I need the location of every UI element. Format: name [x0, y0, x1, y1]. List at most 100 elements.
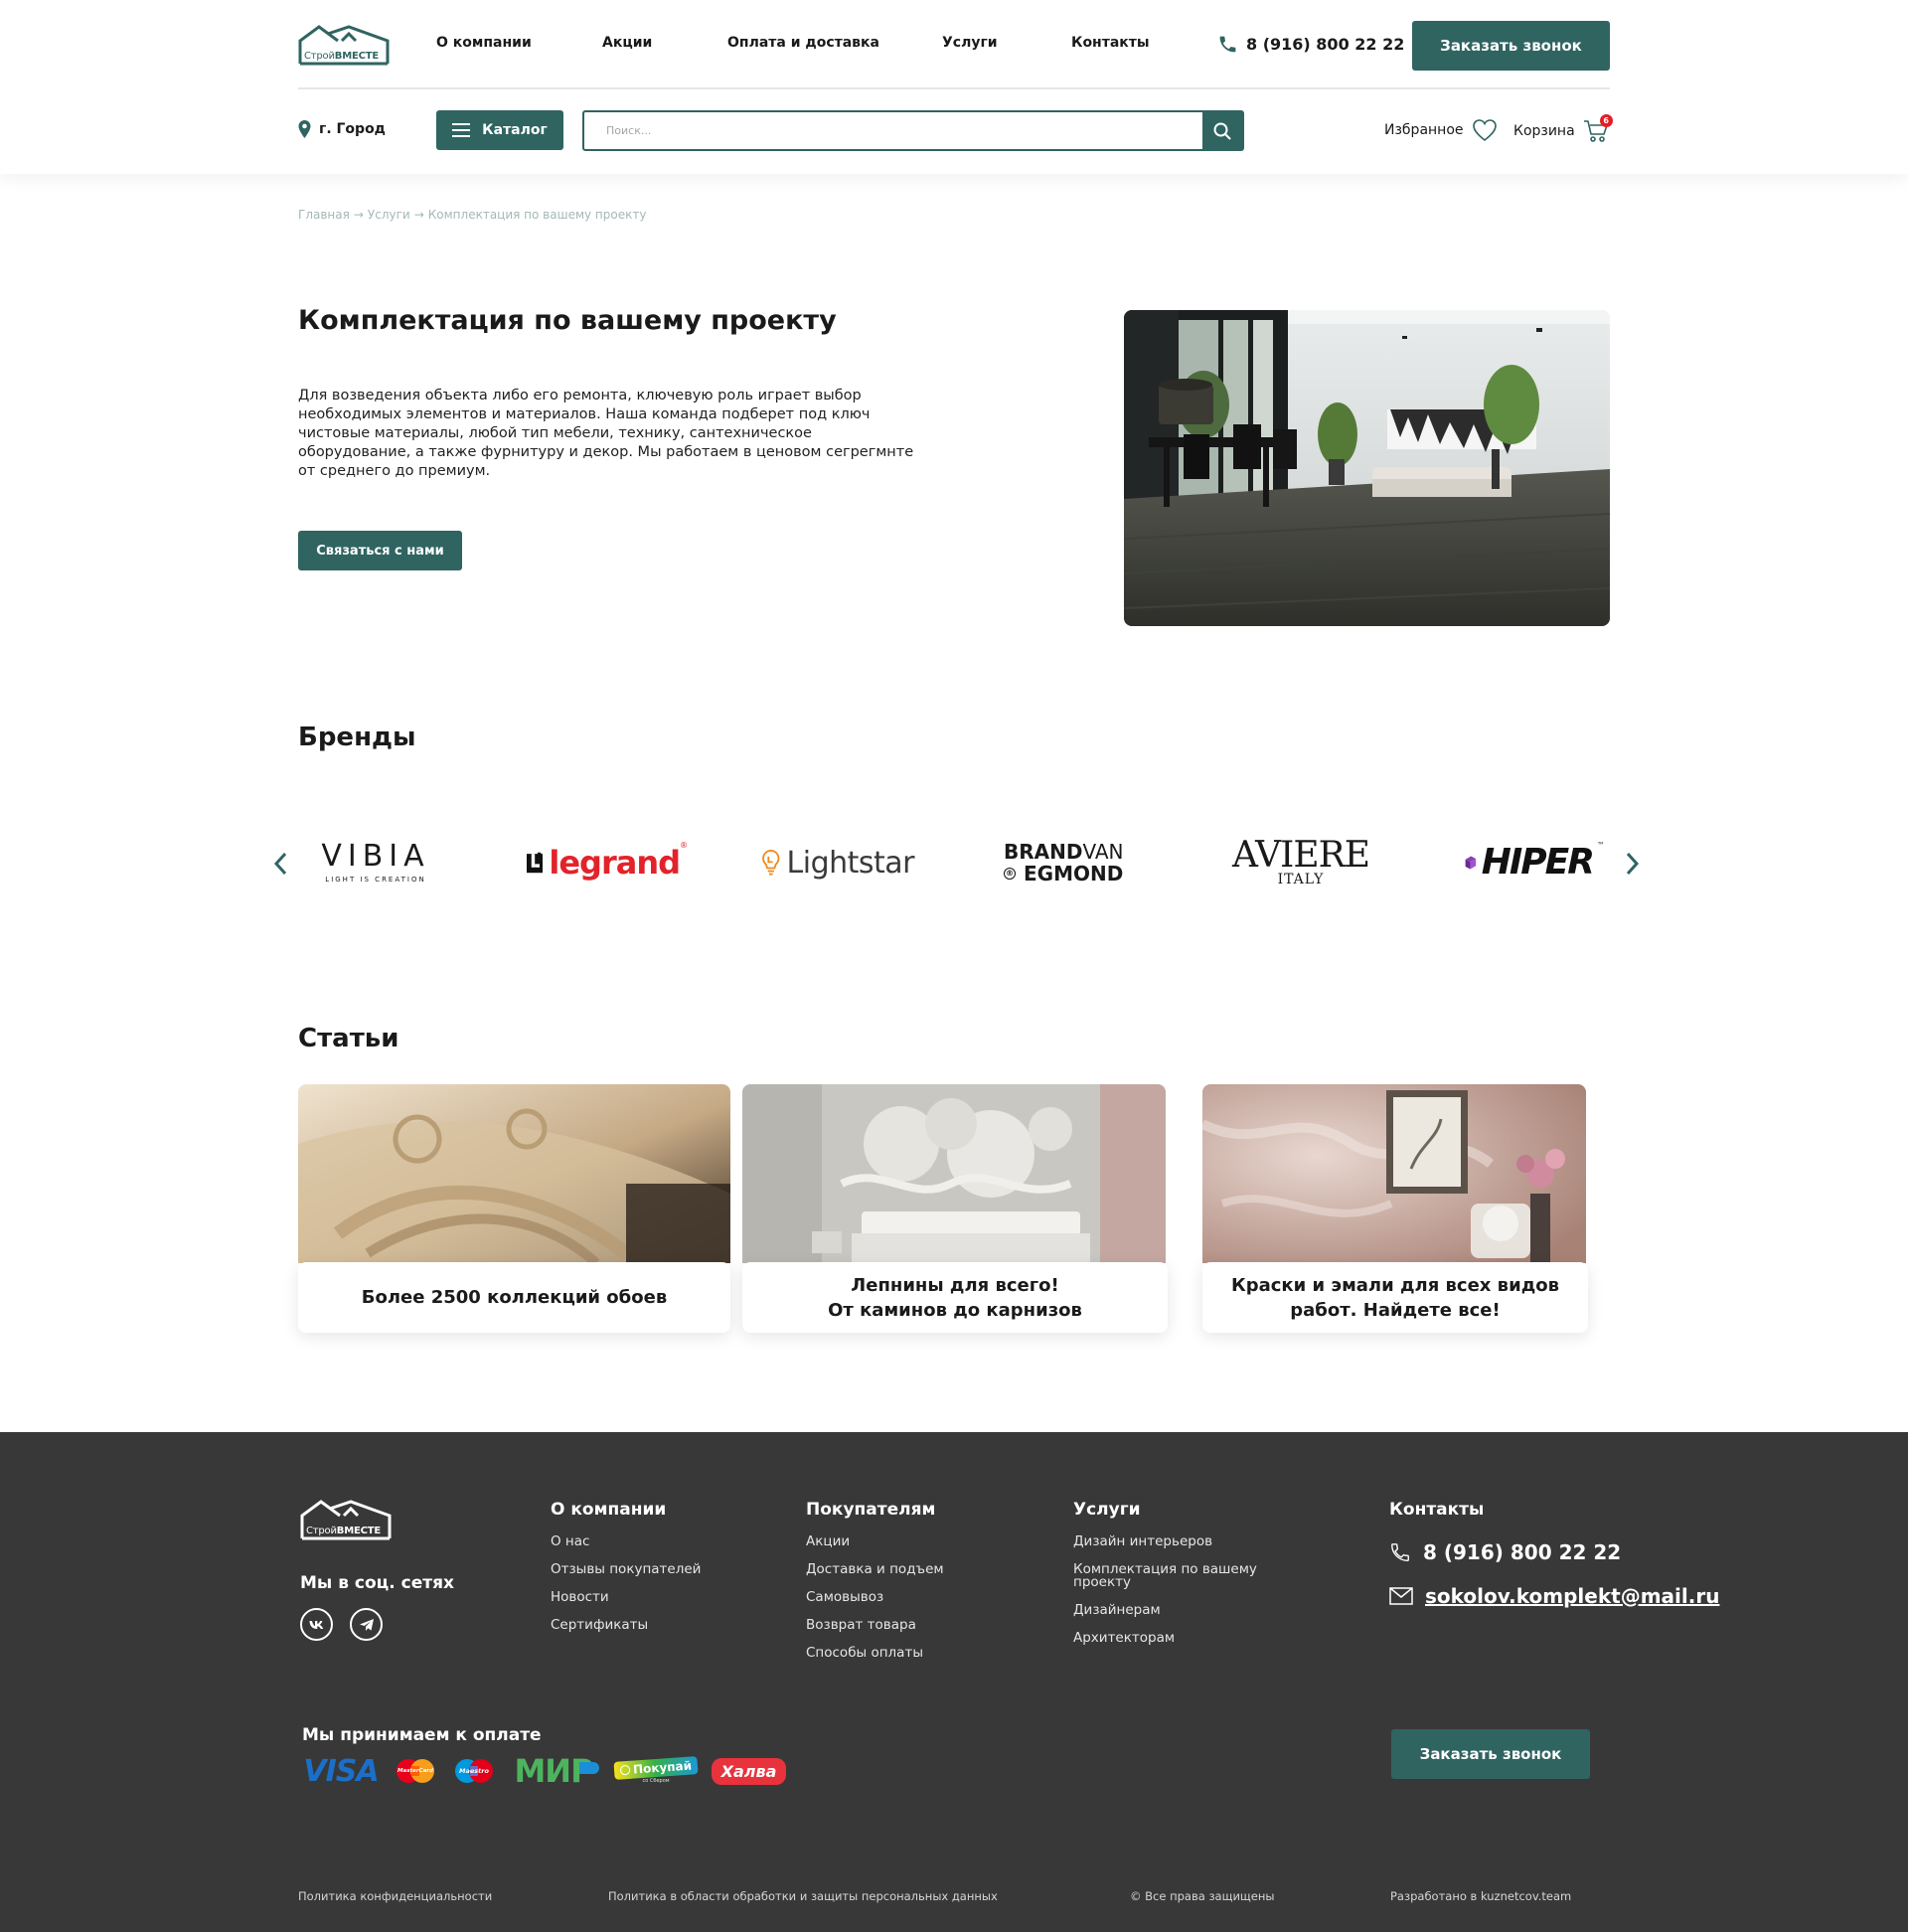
brand-legrand[interactable]: legrand ® — [527, 835, 688, 890]
brand-lightstar-name: Lightstar — [786, 845, 915, 881]
footer-link-about-us[interactable]: О нас — [551, 1534, 589, 1548]
article-paints-caption: Краски и эмали для всех видов работ. Най… — [1202, 1262, 1588, 1333]
payment-mastercard-label: MasterCard — [398, 1768, 433, 1774]
payment-mastercard: MasterCard — [394, 1756, 437, 1786]
legrand-logo-icon — [527, 852, 544, 874]
footer-telegram-link[interactable] — [350, 1608, 383, 1641]
nav-promotions[interactable]: Акции — [602, 35, 652, 51]
logo-text: СтройВМЕСТЕ — [304, 51, 379, 62]
header-phone[interactable]: 8 (916) 800 22 22 — [1217, 34, 1404, 55]
brand-hiper-mark: ™ — [1597, 841, 1605, 850]
personal-data-policy-link[interactable]: Политика в области обработки и защиты пе… — [608, 1889, 998, 1903]
payment-pokupay-badge: Покупай — [613, 1755, 699, 1780]
catalog-button[interactable]: Каталог — [436, 110, 563, 150]
privacy-policy-link[interactable]: Политика конфиденциальности — [298, 1889, 492, 1903]
payment-visa-label: VISA — [303, 1753, 379, 1789]
site-logo[interactable]: СтройВМЕСТЕ — [298, 24, 390, 66]
lightbulb-icon — [762, 849, 780, 876]
telegram-icon — [359, 1618, 374, 1631]
nav-contacts[interactable]: Контакты — [1071, 35, 1150, 51]
chevron-right-icon — [1626, 852, 1640, 876]
footer-logo-text: СтройВМЕСТЕ — [306, 1526, 381, 1536]
footer-phone[interactable]: 8 (916) 800 22 22 — [1389, 1540, 1621, 1564]
footer-link-architects[interactable]: Архитекторам — [1073, 1631, 1175, 1645]
favorites-label: Избранное — [1384, 122, 1464, 138]
brand-brandvanegmond[interactable]: BRANDVAN ® EGMOND — [1004, 835, 1135, 890]
brand-vibia-name: VIBIA — [321, 839, 430, 874]
footer-link-delivery[interactable]: Доставка и подъем — [806, 1562, 944, 1576]
footer-logo[interactable]: СтройВМЕСТЕ — [300, 1499, 392, 1540]
cart-label: Корзина — [1513, 123, 1575, 139]
breadcrumb-separator: → — [353, 208, 364, 222]
developer-credit-link[interactable]: Разработано в kuznetcov.team — [1390, 1889, 1571, 1903]
site-footer — [0, 1432, 1908, 1932]
header-phone-number: 8 (916) 800 22 22 — [1246, 35, 1405, 54]
brand-brandvan-brand: BRAND — [1004, 840, 1083, 864]
footer-link-reviews[interactable]: Отзывы покупателей — [551, 1562, 701, 1576]
contact-us-button[interactable]: Связаться с нами — [298, 531, 462, 570]
footer-link-returns[interactable]: Возврат товара — [806, 1618, 916, 1632]
footer-link-project-completion-line2[interactable]: проекту — [1073, 1575, 1131, 1589]
phone-icon — [1391, 1543, 1409, 1561]
footer-link-designers[interactable]: Дизайнерам — [1073, 1603, 1161, 1617]
brand-lightstar[interactable]: Lightstar — [761, 835, 915, 890]
footer-link-news[interactable]: Новости — [551, 1590, 609, 1604]
articles-title: Статьи — [298, 1024, 399, 1053]
footer-link-certificates[interactable]: Сертификаты — [551, 1618, 648, 1632]
payment-maestro-label: Maestro — [459, 1767, 489, 1775]
hero-description: Для возведения объекта либо его ремонта,… — [298, 388, 914, 479]
menu-icon — [452, 123, 471, 137]
brand-brandvan-line2: ® EGMOND — [1004, 863, 1123, 885]
brands-prev-button[interactable] — [268, 850, 292, 878]
vk-icon — [309, 1620, 323, 1629]
payment-mir: МИР — [508, 1752, 599, 1790]
cart-link[interactable]: Корзина 6 — [1513, 114, 1613, 144]
article-moldings-image — [742, 1084, 1166, 1263]
brand-vibia-tagline: LIGHT IS CREATION — [325, 876, 426, 884]
footer-link-interior-design[interactable]: Дизайн интерьеров — [1073, 1534, 1212, 1548]
article-wallpapers-caption: Более 2500 коллекций обоев — [298, 1262, 730, 1333]
hiper-cube-icon — [1465, 856, 1477, 870]
article-moldings-title-line1: Лепнины для всего! — [851, 1274, 1059, 1296]
footer-payment-title: Мы принимаем к оплате — [302, 1725, 542, 1745]
brand-aviere-name: AVIERE — [1231, 835, 1370, 876]
article-card-paints[interactable]: Краски и эмали для всех видов работ. Най… — [1202, 1084, 1588, 1333]
brand-aviere[interactable]: AVIERE ITALY — [1224, 835, 1377, 890]
favorites-link[interactable]: Избранное — [1384, 118, 1498, 142]
phone-icon — [1219, 36, 1236, 53]
search-button[interactable] — [1202, 112, 1242, 149]
breadcrumb-current: Комплектация по вашему проекту — [427, 208, 647, 222]
footer-email[interactable]: sokolov.komplekt@mail.ru — [1389, 1584, 1719, 1608]
footer-callback-button[interactable]: Заказать звонок — [1391, 1729, 1590, 1779]
city-selector[interactable]: г. Город — [298, 120, 386, 138]
nav-services[interactable]: Услуги — [942, 35, 998, 51]
nav-payment-delivery[interactable]: Оплата и доставка — [727, 35, 879, 51]
brand-hiper[interactable]: HIPER ™ — [1464, 835, 1605, 890]
nav-about[interactable]: О компании — [436, 35, 532, 51]
brand-brandvan-egmond: EGMOND — [1024, 862, 1124, 886]
footer-vk-link[interactable] — [300, 1608, 333, 1641]
copyright-text: © Все права защищены — [1130, 1889, 1275, 1903]
footer-link-promotions[interactable]: Акции — [806, 1534, 850, 1548]
brands-next-button[interactable] — [1621, 850, 1645, 878]
footer-contacts-title: Контакты — [1389, 1500, 1485, 1520]
footer-social-title: Мы в соц. сетях — [300, 1573, 454, 1593]
article-card-moldings[interactable]: Лепнины для всего! От каминов до карнизо… — [742, 1084, 1168, 1333]
brand-brandvan-line1: BRANDVAN — [1004, 841, 1124, 863]
footer-link-pickup[interactable]: Самовывоз — [806, 1590, 883, 1604]
payment-pokupay: Покупай со Сбером — [613, 1755, 699, 1786]
payment-halva-badge: Халва — [712, 1757, 786, 1785]
breadcrumb-services[interactable]: Услуги — [368, 208, 410, 222]
header-callback-button[interactable]: Заказать звонок — [1412, 21, 1610, 71]
brand-vibia[interactable]: VIBIA LIGHT IS CREATION — [298, 835, 453, 890]
catalog-label: Каталог — [482, 122, 548, 138]
footer-about-title: О компании — [551, 1500, 667, 1520]
footer-email-address: sokolov.komplekt@mail.ru — [1425, 1584, 1720, 1608]
article-card-wallpapers[interactable]: Более 2500 коллекций обоев — [298, 1084, 730, 1333]
footer-link-payment-methods[interactable]: Способы оплаты — [806, 1646, 923, 1660]
breadcrumb-home[interactable]: Главная — [298, 208, 350, 222]
brand-hiper-name: HIPER — [1481, 842, 1595, 883]
search-icon — [1213, 122, 1231, 140]
search-input[interactable] — [584, 112, 1202, 149]
article-wallpapers-title-line1: Более 2500 коллекций обоев — [361, 1287, 668, 1308]
